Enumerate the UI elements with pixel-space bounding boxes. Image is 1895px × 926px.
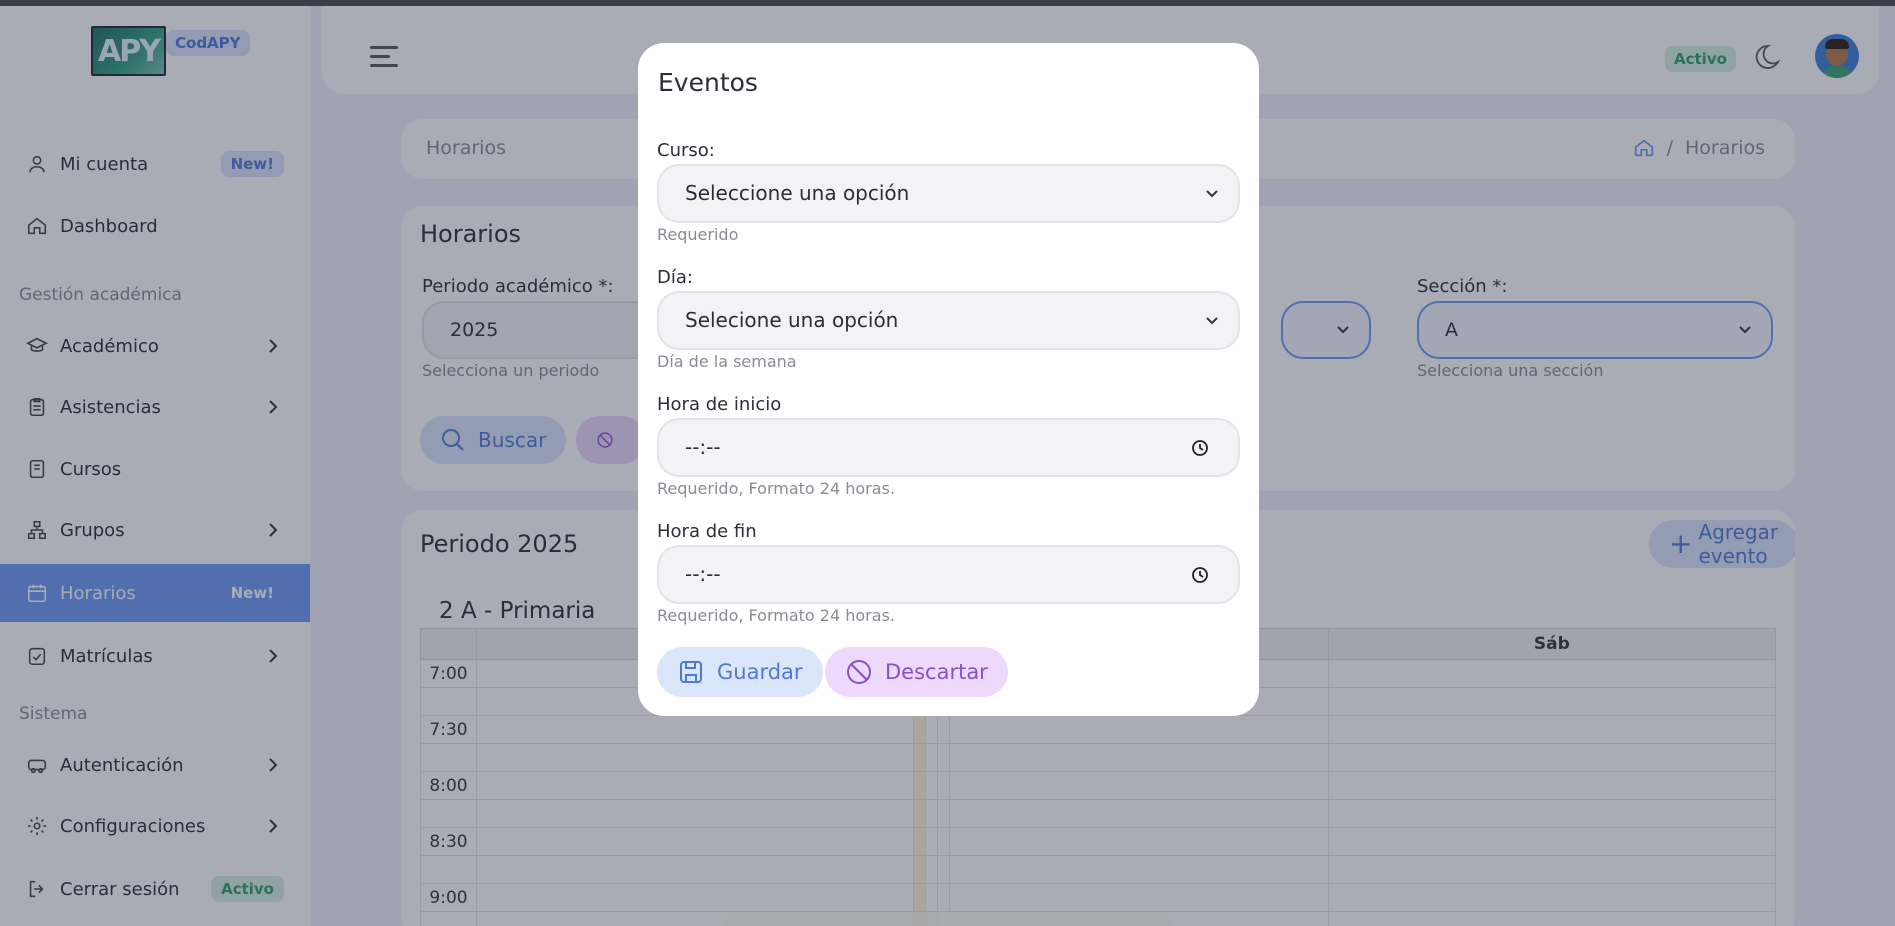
events-modal: Eventos Curso: Seleccione una opción Req… — [638, 43, 1259, 716]
course-label: Curso: — [657, 140, 715, 161]
day-hint: Día de la semana — [657, 352, 797, 371]
chevron-down-icon — [1206, 317, 1218, 325]
start-time-input[interactable]: --:-- — [657, 418, 1240, 477]
chevron-down-icon — [1206, 190, 1218, 198]
end-time-input[interactable]: --:-- — [657, 545, 1240, 604]
discard-button[interactable]: Descartar — [825, 647, 1008, 697]
ban-icon — [847, 660, 871, 684]
start-time-label: Hora de inicio — [657, 394, 782, 415]
end-time-label: Hora de fin — [657, 521, 757, 542]
clock-icon[interactable] — [1190, 565, 1210, 585]
day-label: Día: — [657, 267, 693, 288]
save-button[interactable]: Guardar — [657, 647, 823, 697]
end-time-hint: Requerido, Formato 24 horas. — [657, 606, 895, 625]
day-select[interactable]: Selecione una opción — [657, 291, 1240, 350]
course-hint: Requerido — [657, 225, 739, 244]
clock-icon[interactable] — [1190, 438, 1210, 458]
start-time-hint: Requerido, Formato 24 horas. — [657, 479, 895, 498]
modal-title: Eventos — [658, 68, 758, 97]
save-icon — [680, 661, 702, 683]
taskbar-dock — [722, 912, 1174, 926]
course-select[interactable]: Seleccione una opción — [657, 164, 1240, 223]
